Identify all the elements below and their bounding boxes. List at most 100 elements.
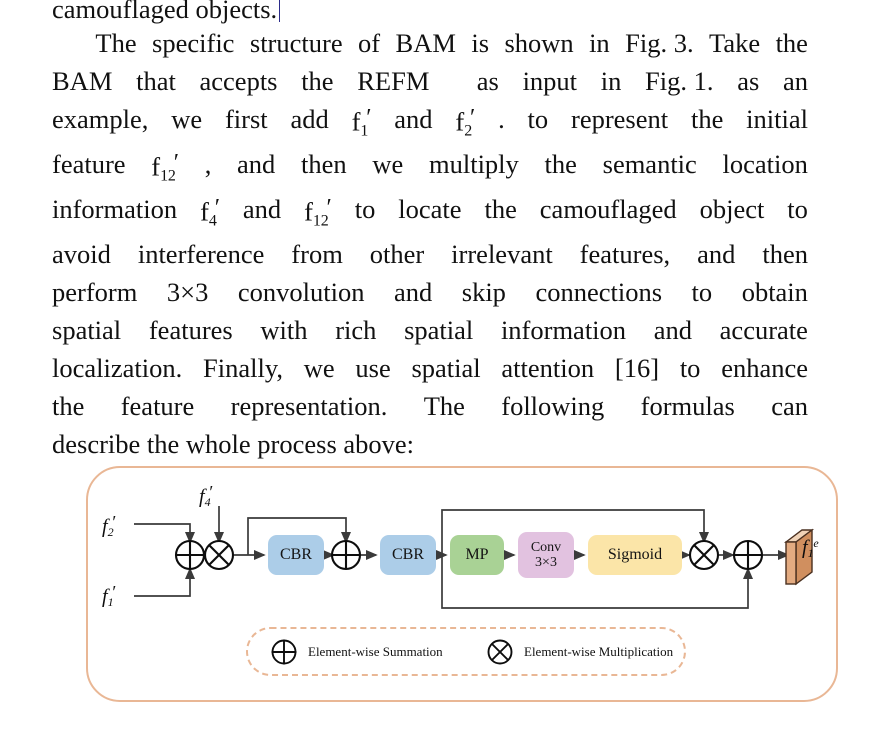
word: of	[358, 28, 381, 58]
word: multiply	[428, 149, 519, 179]
word: spatial	[411, 353, 481, 383]
word: location	[722, 149, 808, 179]
word: Finally,	[203, 353, 283, 383]
input-label-f4: f4′	[199, 482, 214, 510]
word: and	[237, 149, 276, 179]
word: following	[501, 391, 605, 421]
word: can	[771, 391, 808, 421]
word: the	[52, 391, 85, 421]
word: representation.	[230, 391, 388, 421]
word: in	[600, 66, 622, 96]
word: as	[737, 66, 760, 96]
word: features	[148, 315, 233, 345]
word: to	[691, 277, 713, 307]
word: feature	[52, 149, 126, 179]
input-label-f1: f1′	[102, 582, 117, 610]
word: shown	[504, 28, 574, 58]
word: localization.	[52, 353, 183, 383]
legend-label-summation: Element-wise Summation	[308, 644, 443, 659]
word: initial	[746, 104, 808, 134]
word: and	[242, 194, 282, 224]
node-label: CBR	[279, 546, 312, 564]
word: accepts	[199, 66, 278, 96]
text-caret	[279, 0, 281, 22]
word: first	[224, 104, 268, 134]
word: feature	[120, 391, 195, 421]
word: and	[393, 277, 433, 307]
word: perform	[52, 277, 138, 307]
word: to	[787, 194, 808, 224]
text-line-content: describe the whole process above:	[52, 429, 415, 459]
word: accurate	[719, 315, 808, 345]
math-variable-f1-prime: f1′	[351, 105, 372, 140]
word: and	[697, 239, 736, 269]
word: to	[354, 194, 376, 224]
word: the	[544, 149, 577, 179]
word: Fig. 1.	[645, 66, 714, 96]
word: attention	[501, 353, 595, 383]
word: formulas	[640, 391, 735, 421]
word: then	[762, 239, 808, 269]
word: REFM	[357, 66, 430, 96]
text-line-content: camouflaged objects.	[52, 0, 278, 24]
text-line: camouflaged objects.	[52, 0, 812, 30]
node-cbr-2[interactable]: CBR	[380, 535, 436, 575]
word: an	[782, 66, 808, 96]
word: and	[653, 315, 692, 345]
word: specific	[152, 28, 235, 58]
text-line: feature f12′ , and then we multiply the …	[52, 151, 808, 196]
text-line: BAM that accepts the REFM as input in Fi…	[52, 68, 808, 106]
text-line: information f4′ and f12′ to locate the c…	[52, 196, 808, 241]
word: connections	[535, 277, 663, 307]
word: from	[291, 239, 343, 269]
word: The	[423, 391, 465, 421]
word: other	[369, 239, 425, 269]
bam-architecture-diagram: CBR CBR MP Conv 3×3 Sigmoid f2′ f1′ f4′ …	[88, 468, 840, 704]
word: the	[301, 66, 334, 96]
word: information	[500, 315, 627, 345]
word: Take	[709, 28, 761, 58]
node-sigmoid[interactable]: Sigmoid	[588, 535, 682, 575]
word: [16]	[614, 353, 660, 383]
word: features,	[579, 239, 671, 269]
word: enhance	[721, 353, 808, 383]
node-label-line2: 3×3	[535, 555, 557, 570]
word: BAM	[52, 66, 113, 96]
node-max-pooling[interactable]: MP	[450, 535, 504, 575]
text-line: The specific structure of BAM is shown i…	[52, 30, 808, 68]
word: add	[290, 104, 329, 134]
node-cbr-1[interactable]: CBR	[268, 535, 324, 575]
word: The	[95, 28, 137, 58]
diagram-legend: Element-wise Summation Element-wise Mult…	[246, 627, 686, 676]
word: we	[303, 353, 335, 383]
word: and	[394, 104, 433, 134]
input-label-f2: f2′	[102, 512, 117, 540]
word: we	[171, 104, 203, 134]
word: with	[260, 315, 308, 345]
word: spatial	[52, 315, 122, 345]
text-line: the feature representation. The followin…	[52, 393, 808, 431]
word: the	[775, 28, 808, 58]
math-variable-f2-prime: f2′	[455, 105, 476, 140]
word: semantic	[602, 149, 697, 179]
word: the	[690, 104, 724, 134]
math-variable-f12-prime: f12′	[151, 150, 179, 185]
word: use	[355, 353, 391, 383]
word: irrelevant	[451, 239, 553, 269]
word: structure	[249, 28, 343, 58]
word: ,	[204, 149, 212, 179]
node-label-line1: Conv	[530, 539, 562, 555]
word: input	[522, 66, 578, 96]
word: to	[679, 353, 701, 383]
node-conv-3x3[interactable]: Conv 3×3	[518, 532, 574, 578]
legend-item-summation: Element-wise Summation	[270, 638, 443, 666]
text-line: perform 3×3 convolution and skip connect…	[52, 279, 808, 317]
legend-label-multiplication: Element-wise Multiplication	[524, 644, 674, 659]
word: to	[527, 104, 549, 134]
text-line: example, we first add f1′ and f2′ . to r…	[52, 106, 808, 151]
word: then	[301, 149, 347, 179]
word: locate	[398, 194, 462, 224]
text-line: describe the whole process above:	[52, 431, 812, 469]
node-label: MP	[465, 546, 489, 564]
node-label-wrapper: Conv 3×3	[531, 540, 561, 570]
